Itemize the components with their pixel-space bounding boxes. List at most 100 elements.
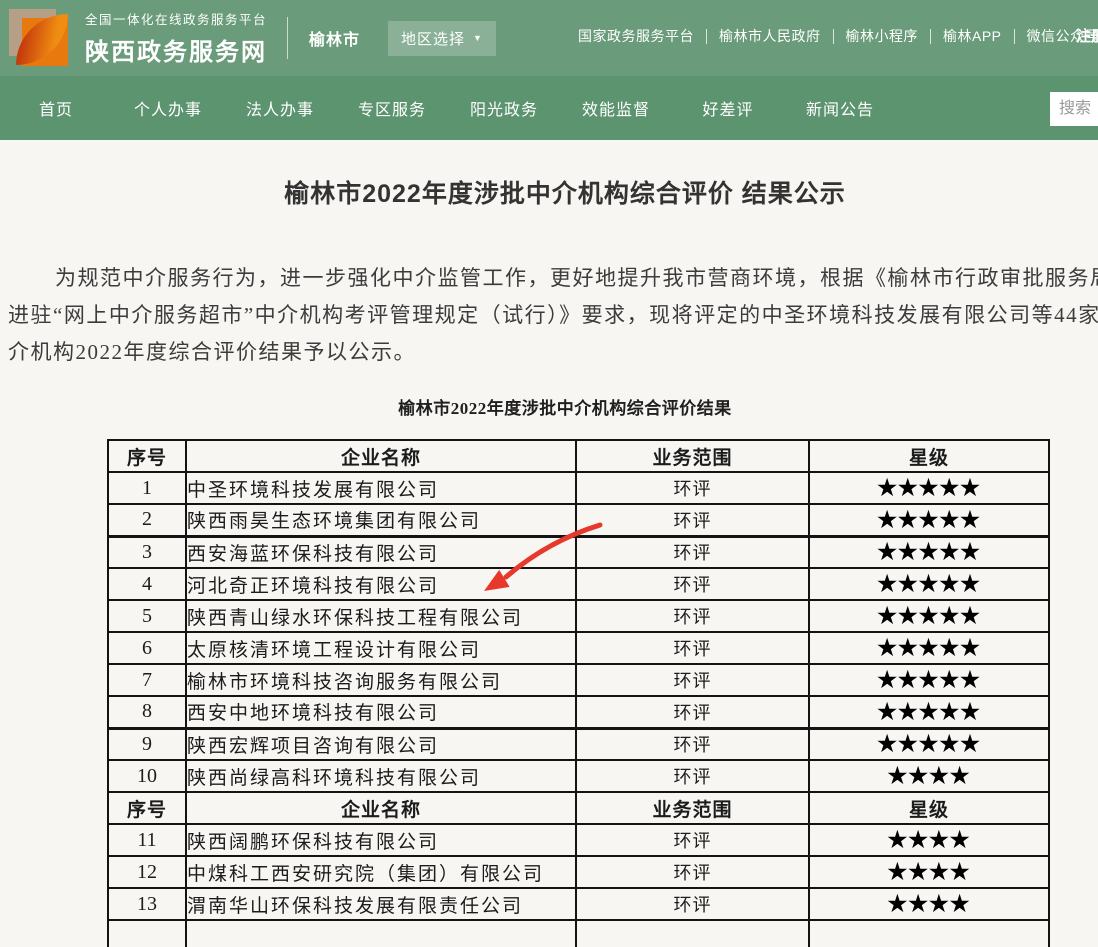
table-row: 2陕西雨昊生态环境集团有限公司环评★★★★★	[108, 504, 1049, 536]
table-row-partial	[108, 920, 1049, 947]
column-header: 业务范围	[576, 440, 809, 472]
cell-business-scope: 环评	[576, 568, 809, 600]
site-header: 全国一体化在线政务服务平台 陕西政务服务网 榆林市 地区选择 ▼ 国家政务服务平…	[0, 0, 1098, 76]
cell-no: 11	[108, 824, 186, 856]
chevron-down-icon: ▼	[473, 34, 483, 43]
register-link[interactable]: 注册	[1076, 25, 1098, 46]
cell-business-scope: 环评	[576, 696, 809, 728]
nav-item-个人办事[interactable]: 个人办事	[112, 96, 224, 120]
cell-star-rating: ★★★★★	[809, 728, 1049, 760]
table-row: 13渭南华山环保科技发展有限责任公司环评★★★★	[108, 888, 1049, 920]
cell-company-name: 陕西宏辉项目咨询有限公司	[186, 728, 576, 760]
cell-business-scope: 环评	[576, 632, 809, 664]
cell-star-rating: ★★★★	[809, 824, 1049, 856]
table-row: 9陕西宏辉项目咨询有限公司环评★★★★★	[108, 728, 1049, 760]
cell-no: 5	[108, 600, 186, 632]
table-row: 5陕西青山绿水环保科技工程有限公司环评★★★★★	[108, 600, 1049, 632]
link-separator	[930, 29, 931, 44]
paragraph-line: 为规范中介服务行为，进一步强化中介监管工作，更好地提升我市营商环境，根据《榆林市…	[8, 260, 1098, 297]
page-title: 榆林市2022年度涉批中介机构综合评价 结果公示	[0, 174, 1098, 210]
header-link[interactable]: 榆林APP	[943, 26, 1002, 46]
cell-no: 13	[108, 888, 186, 920]
link-separator	[706, 29, 707, 44]
nav-item-首页[interactable]: 首页	[0, 96, 112, 120]
cell-business-scope: 环评	[576, 472, 809, 504]
evaluation-table: 序号企业名称业务范围星级1中圣环境科技发展有限公司环评★★★★★2陕西雨昊生态环…	[107, 439, 1050, 947]
cell-star-rating: ★★★★	[809, 856, 1049, 888]
header-link[interactable]: 榆林小程序	[846, 26, 919, 46]
cell-business-scope: 环评	[576, 824, 809, 856]
nav-item-法人办事[interactable]: 法人办事	[224, 96, 336, 120]
nav-item-效能监督[interactable]: 效能监督	[560, 96, 672, 120]
empty-cell	[186, 920, 576, 947]
empty-cell	[809, 920, 1049, 947]
cell-star-rating: ★★★★★	[809, 632, 1049, 664]
cell-no: 7	[108, 664, 186, 696]
article: 榆林市2022年度涉批中介机构综合评价 结果公示 为规范中介服务行为，进一步强化…	[0, 140, 1098, 947]
search-input[interactable]	[1050, 92, 1098, 126]
cell-business-scope: 环评	[576, 664, 809, 696]
region-selector-button[interactable]: 地区选择 ▼	[388, 21, 496, 56]
cell-company-name: 河北奇正环境科技有限公司	[186, 568, 576, 600]
cell-no: 9	[108, 728, 186, 760]
cell-business-scope: 环评	[576, 536, 809, 568]
cell-star-rating: ★★★★★	[809, 600, 1049, 632]
site-logo	[8, 5, 72, 71]
table-row: 3西安海蓝环保科技有限公司环评★★★★★	[108, 536, 1049, 568]
cell-no: 4	[108, 568, 186, 600]
region-selector-label: 地区选择	[401, 28, 465, 49]
table-row: 11陕西阔鹏环保科技有限公司环评★★★★	[108, 824, 1049, 856]
cell-company-name: 西安海蓝环保科技有限公司	[186, 536, 576, 568]
column-header: 序号	[108, 792, 186, 824]
nav-item-阳光政务[interactable]: 阳光政务	[448, 96, 560, 120]
site-name: 陕西政务服务网	[85, 32, 267, 67]
cell-business-scope: 环评	[576, 600, 809, 632]
cell-company-name: 西安中地环境科技有限公司	[186, 696, 576, 728]
table-header-row: 序号企业名称业务范围星级	[108, 792, 1049, 824]
cell-no: 12	[108, 856, 186, 888]
nav-item-新闻公告[interactable]: 新闻公告	[784, 96, 896, 120]
cell-star-rating: ★★★★★	[809, 504, 1049, 536]
search-box	[1050, 92, 1098, 126]
platform-name: 全国一体化在线政务服务平台	[85, 9, 267, 28]
article-paragraph: 为规范中介服务行为，进一步强化中介监管工作，更好地提升我市营商环境，根据《榆林市…	[8, 260, 1098, 371]
cell-star-rating: ★★★★★	[809, 696, 1049, 728]
main-nav: 首页个人办事法人办事专区服务阳光政务效能监督好差评新闻公告	[0, 76, 1098, 140]
cell-company-name: 太原核清环境工程设计有限公司	[186, 632, 576, 664]
table-row: 4河北奇正环境科技有限公司环评★★★★★	[108, 568, 1049, 600]
column-header: 企业名称	[186, 792, 576, 824]
cell-company-name: 渭南华山环保科技发展有限责任公司	[186, 888, 576, 920]
paragraph-line: 介机构2022年度综合评价结果予以公示。	[8, 334, 1098, 371]
cell-company-name: 陕西青山绿水环保科技工程有限公司	[186, 600, 576, 632]
link-separator	[1014, 29, 1015, 44]
cell-company-name: 陕西尚绿高科环境科技有限公司	[186, 760, 576, 792]
cell-star-rating: ★★★★★	[809, 664, 1049, 696]
cell-no: 10	[108, 760, 186, 792]
cell-business-scope: 环评	[576, 504, 809, 536]
cell-no: 8	[108, 696, 186, 728]
cell-star-rating: ★★★★★	[809, 568, 1049, 600]
column-header: 星级	[809, 440, 1049, 472]
cell-no: 6	[108, 632, 186, 664]
table-row: 12中煤科工西安研究院（集团）有限公司环评★★★★	[108, 856, 1049, 888]
table-caption: 榆林市2022年度涉批中介机构综合评价结果	[0, 394, 1098, 419]
nav-item-好差评[interactable]: 好差评	[672, 96, 784, 120]
nav-item-专区服务[interactable]: 专区服务	[336, 96, 448, 120]
table-row: 1中圣环境科技发展有限公司环评★★★★★	[108, 472, 1049, 504]
cell-no: 2	[108, 504, 186, 536]
cell-no: 1	[108, 472, 186, 504]
cell-star-rating: ★★★★	[809, 888, 1049, 920]
header-link[interactable]: 榆林市人民政府	[719, 26, 821, 46]
column-header: 星级	[809, 792, 1049, 824]
cell-star-rating: ★★★★	[809, 760, 1049, 792]
table-row: 10陕西尚绿高科环境科技有限公司环评★★★★	[108, 760, 1049, 792]
nav-items: 首页个人办事法人办事专区服务阳光政务效能监督好差评新闻公告	[0, 96, 896, 120]
table-row: 7榆林市环境科技咨询服务有限公司环评★★★★★	[108, 664, 1049, 696]
header-links: 国家政务服务平台榆林市人民政府榆林小程序榆林APP微信公众号	[578, 26, 1098, 46]
cell-star-rating: ★★★★★	[809, 472, 1049, 504]
cell-company-name: 陕西阔鹏环保科技有限公司	[186, 824, 576, 856]
cell-no: 3	[108, 536, 186, 568]
table-row: 8西安中地环境科技有限公司环评★★★★★	[108, 696, 1049, 728]
current-city-label: 榆林市	[309, 26, 360, 50]
header-link[interactable]: 国家政务服务平台	[578, 26, 694, 46]
